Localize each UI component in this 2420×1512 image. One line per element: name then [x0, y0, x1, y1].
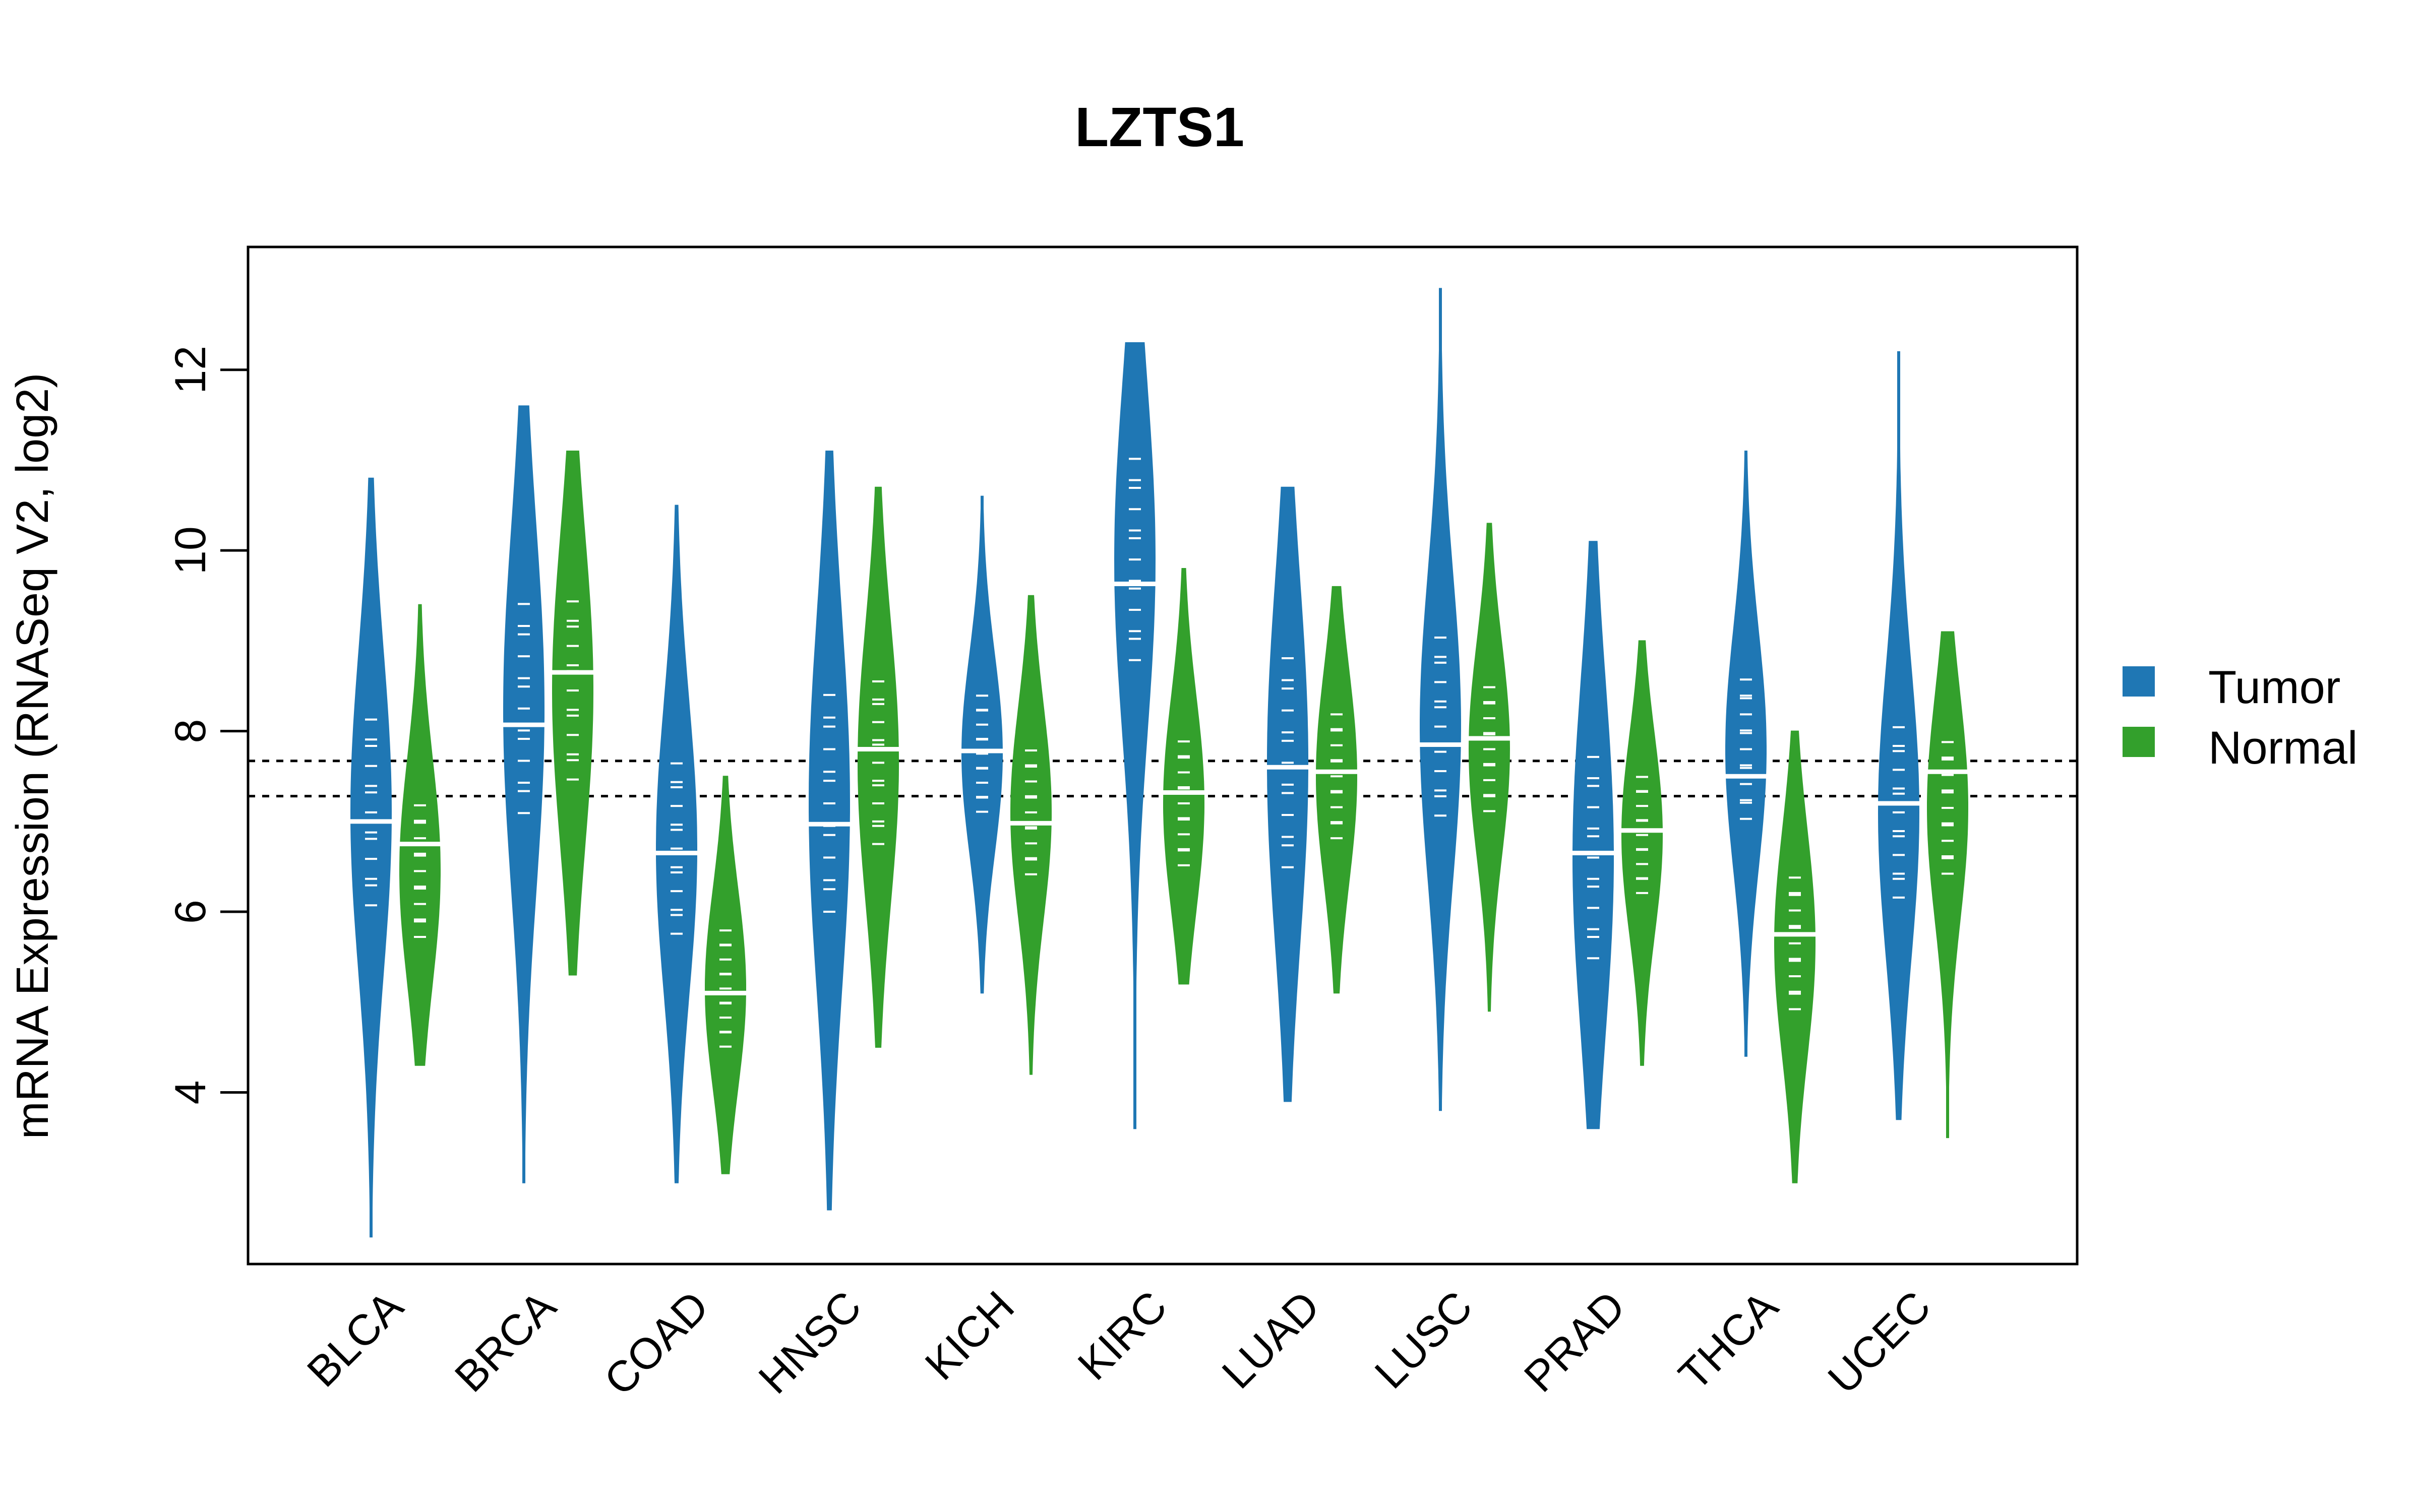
x-tick-label: BLCA [298, 1282, 412, 1396]
y-tick-label: 4 [166, 1081, 215, 1105]
x-tick-label: THCA [1670, 1282, 1788, 1400]
x-tick-label: UCEC [1819, 1282, 1940, 1403]
violin-brca-normal [552, 451, 593, 976]
x-axis: BLCA BRCA COAD HNSC KICH KIRC LUAD LUSC PRAD THCA… [298, 1282, 1940, 1405]
chart-title: LZTS1 [1075, 96, 1244, 158]
y-tick-label: 12 [166, 346, 215, 394]
legend-label-normal: Normal [2208, 722, 2357, 774]
y-tick-label: 8 [166, 719, 215, 743]
x-tick-label: KICH [916, 1282, 1023, 1390]
violin-luad-tumor [1267, 486, 1308, 1102]
x-tick-label: LUAD [1213, 1282, 1329, 1398]
violin-ucec-normal [1927, 631, 1968, 1139]
violin-prad-tumor [1572, 541, 1614, 1129]
violin-brca-tumor [503, 405, 544, 1183]
violins [346, 288, 1973, 1238]
x-tick-label: PRAD [1515, 1282, 1635, 1402]
violin-blca-tumor [350, 477, 392, 1238]
violin-kich-tumor [961, 495, 1003, 994]
violin-prad-normal [1621, 640, 1663, 1066]
violin-kirc-tumor [1114, 342, 1156, 1129]
violin-lusc-normal [1468, 523, 1510, 1012]
violin-blca-normal [399, 604, 441, 1066]
y-tick-label: 10 [166, 526, 215, 575]
violin-luad-normal [1316, 586, 1357, 994]
legend-label-tumor: Tumor [2208, 662, 2340, 713]
x-tick-label: KIRC [1069, 1282, 1176, 1390]
legend-swatch-normal [2123, 727, 2155, 757]
violin-coad-tumor [656, 505, 697, 1183]
violin-hnsc-normal [858, 486, 899, 1048]
violin-lusc-tumor [1420, 288, 1461, 1111]
violin-thca-normal [1774, 730, 1816, 1183]
y-axis: 4 6 8 10 12 [166, 346, 248, 1105]
violin-thca-tumor [1725, 451, 1767, 1057]
y-tick-label: 6 [166, 900, 215, 924]
violin-ucec-tumor [1878, 351, 1920, 1120]
violin-chart: LZTS1 4 6 8 10 12 BLCA BRCA COAD HNSC KICH KIRC LU… [8, 96, 2357, 1405]
x-tick-label: COAD [595, 1282, 718, 1405]
y-axis-label: mRNA Expression (RNASeq V2, log2) [8, 373, 58, 1140]
violin-hnsc-tumor [809, 451, 850, 1211]
legend: Tumor Normal [2123, 662, 2357, 774]
legend-swatch-tumor [2123, 666, 2155, 697]
x-tick-label: BRCA [446, 1282, 565, 1401]
violin-kirc-normal [1163, 568, 1204, 985]
violin-kich-normal [1010, 595, 1052, 1075]
x-tick-label: LUSC [1366, 1282, 1482, 1398]
x-tick-label: HNSC [750, 1282, 871, 1403]
